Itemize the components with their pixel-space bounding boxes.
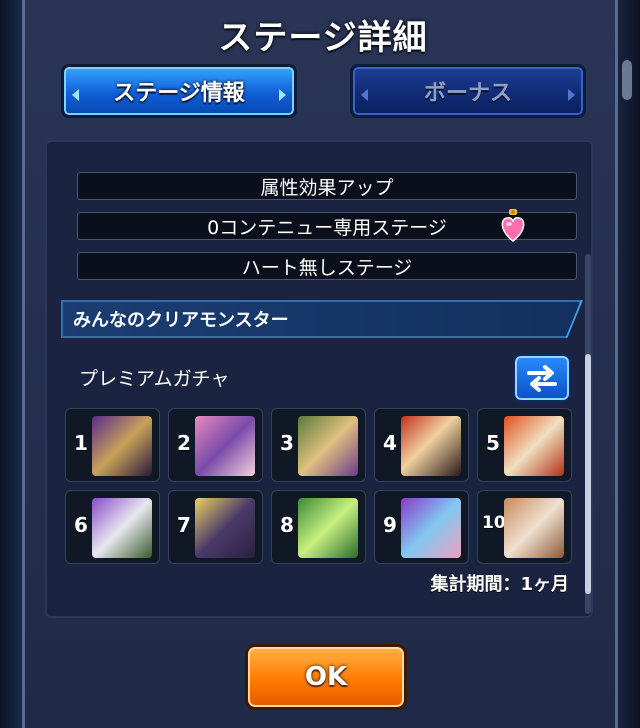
tab-right-arrow-icon: [568, 89, 575, 101]
monster-slot[interactable]: 4: [374, 408, 469, 482]
rank-number: 9: [383, 513, 397, 537]
rank-number: 6: [74, 513, 88, 537]
section-title-bar: みんなのクリアモンスター: [61, 300, 581, 338]
monster-slot[interactable]: 2: [168, 408, 263, 482]
monster-slot[interactable]: 7: [168, 490, 263, 564]
stage-info-content: 属性効果アップ 0コンテニュー専用ステージ ハート無しステージ みんなのクリアモ…: [45, 140, 593, 618]
gacha-label: プレミアムガチャ: [79, 368, 230, 390]
info-row-label: ハート無しステージ: [241, 256, 413, 279]
outer-scroll-handle[interactable]: [622, 60, 632, 100]
tab-stage-info[interactable]: ステージ情報: [61, 64, 297, 118]
tab-right-arrow-icon: [279, 89, 286, 101]
scrollbar-thumb[interactable]: [585, 354, 591, 594]
monster-slot[interactable]: 5: [477, 408, 572, 482]
dialog-title: ステージ詳細: [218, 18, 428, 58]
monster-slot[interactable]: 3: [271, 408, 366, 482]
rank-number: 1: [74, 431, 88, 455]
monster-portrait: [92, 416, 152, 476]
monster-slot[interactable]: 9: [374, 490, 469, 564]
content-scrollbar[interactable]: [585, 254, 591, 614]
monster-slot[interactable]: 10: [477, 490, 572, 564]
monster-portrait: [401, 498, 461, 558]
monster-portrait: [298, 498, 358, 558]
tab-left-arrow-icon: [72, 89, 79, 101]
monster-portrait: [92, 498, 152, 558]
monster-portrait: [504, 416, 564, 476]
monster-portrait: [298, 416, 358, 476]
heart-potion-icon: [501, 209, 525, 242]
tab-label: ボーナス: [423, 81, 512, 106]
info-row-no-continue: 0コンテニュー専用ステージ: [77, 209, 577, 242]
ok-button[interactable]: OK: [245, 644, 407, 710]
rank-number: 3: [280, 431, 294, 455]
tab-left-arrow-icon: [361, 89, 368, 101]
rank-number: 7: [177, 513, 191, 537]
rank-number: 10: [482, 513, 506, 533]
monster-portrait: [504, 498, 564, 558]
rank-number: 2: [177, 431, 191, 455]
info-row-no-heart: ハート無しステージ: [77, 252, 577, 280]
stage-detail-dialog: ステージ詳細 ステージ情報 ボーナス 属性効果アップ 0コンテニュー専用ステージ…: [22, 0, 618, 728]
section-title: みんなのクリアモンスター: [73, 310, 289, 331]
tab-bonus[interactable]: ボーナス: [350, 64, 586, 118]
aggregation-period: 集計期間：1ヶ月: [430, 574, 569, 595]
monster-slot[interactable]: 1: [65, 408, 160, 482]
info-row-label: 属性効果アップ: [260, 176, 394, 199]
swap-button[interactable]: [513, 354, 571, 402]
rank-number: 8: [280, 513, 294, 537]
monster-portrait: [195, 416, 255, 476]
rank-number: 5: [486, 431, 500, 455]
info-row-label: 0コンテニュー専用ステージ: [207, 216, 447, 239]
tab-label: ステージ情報: [113, 81, 245, 106]
swap-arrows-icon: [527, 365, 557, 392]
monster-slot[interactable]: 8: [271, 490, 366, 564]
monster-slot[interactable]: 6: [65, 490, 160, 564]
monster-portrait: [401, 416, 461, 476]
info-row-attribute-boost: 属性効果アップ: [77, 172, 577, 200]
monster-portrait: [195, 498, 255, 558]
rank-number: 4: [383, 431, 397, 455]
